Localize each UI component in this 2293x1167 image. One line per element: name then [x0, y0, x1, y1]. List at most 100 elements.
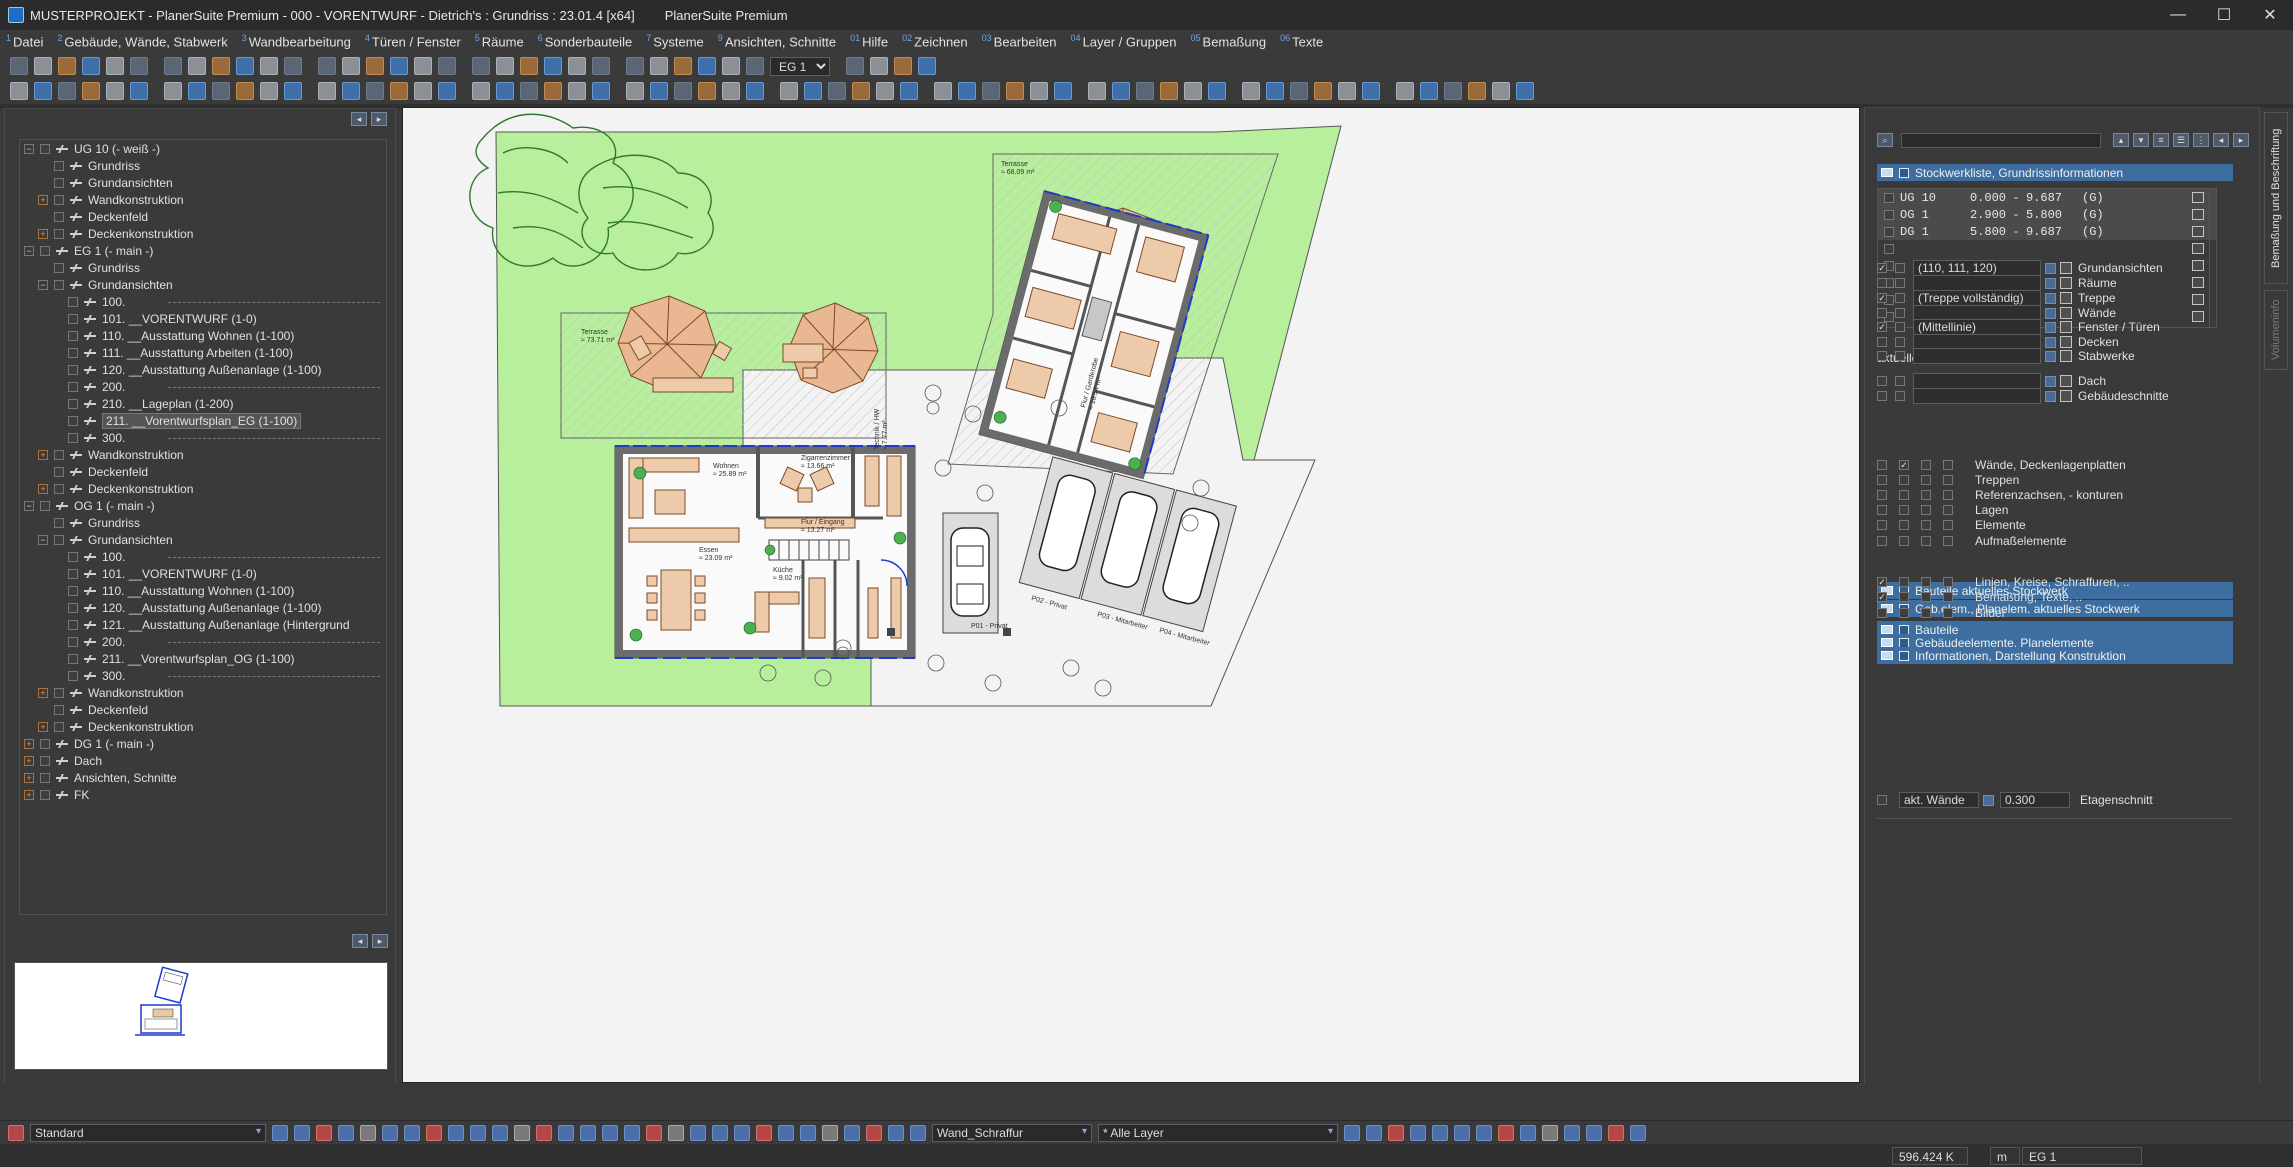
visibility-checkbox[interactable] [1899, 592, 1909, 602]
option-settings-icon[interactable] [2060, 262, 2072, 274]
tb1-tool-icon-15[interactable] [390, 57, 408, 75]
floor-row[interactable]: DG 1 5.800 - 9.687 (G) [1878, 223, 2216, 240]
tb2-tool-icon-30[interactable] [780, 82, 798, 100]
tb2-tool-icon-20[interactable] [520, 82, 538, 100]
layer-select[interactable]: * Alle Layer [1098, 1123, 1338, 1142]
floor-section-checkbox[interactable] [1877, 795, 1887, 805]
section-2[interactable]: Informationen, Darstellung Konstruktion [1877, 647, 2233, 664]
draw-tool-icon-35[interactable] [1454, 1124, 1470, 1141]
tree-node[interactable]: 211. __Vorentwurfsplan_OG (1-100) [20, 650, 386, 667]
tree-node-checkbox[interactable] [40, 789, 50, 800]
tree-view-icon[interactable]: ⋮ [2193, 133, 2209, 147]
tree-node-checkbox[interactable] [68, 568, 78, 579]
option-settings-icon[interactable] [2060, 375, 2072, 387]
other-floor-checkbox[interactable] [1895, 351, 1905, 361]
current-floor-checkbox[interactable]: ✓ [1877, 263, 1887, 273]
tb1-tool-icon-29[interactable] [746, 57, 764, 75]
tree-node-checkbox[interactable] [68, 551, 78, 562]
list-view-icon[interactable]: ≡ [2153, 133, 2169, 147]
visibility-checkbox[interactable] [1921, 608, 1931, 618]
tree-node-checkbox[interactable] [54, 160, 64, 171]
draw-tool-icon-14[interactable] [580, 1124, 596, 1141]
visibility-checkbox[interactable] [1921, 520, 1931, 530]
tree-node-checkbox[interactable] [68, 381, 78, 392]
option-settings-icon[interactable] [2060, 321, 2072, 333]
tree-node[interactable]: + Deckenkonstruktion [20, 718, 386, 735]
floor-select[interactable]: EG 1 [770, 56, 830, 76]
tb2-tool-icon-17[interactable] [438, 82, 456, 100]
display-option-value[interactable] [1913, 388, 2041, 404]
tree-node-checkbox[interactable] [68, 296, 78, 307]
other-floor-checkbox[interactable] [1895, 337, 1905, 347]
visibility-checkbox[interactable] [1943, 608, 1953, 618]
tree-node[interactable]: Grundriss [20, 259, 386, 276]
tb2-tool-icon-3[interactable] [82, 82, 100, 100]
tab-dimensioning-labeling[interactable]: Bemaßung und Beschriftung [2264, 112, 2288, 284]
tb2-tool-icon-54[interactable] [1396, 82, 1414, 100]
tab-volume-info[interactable]: Volumeninfo [2264, 290, 2288, 370]
current-floor-checkbox[interactable] [1877, 337, 1887, 347]
tree-node-checkbox[interactable] [54, 279, 64, 290]
tree-node-checkbox[interactable] [68, 398, 78, 409]
tree-node[interactable]: − OG 1 (- main -) [20, 497, 386, 514]
draw-tool-icon-36[interactable] [1476, 1124, 1492, 1141]
tb2-tool-icon-16[interactable] [414, 82, 432, 100]
tb1-tool-icon-22[interactable] [568, 57, 586, 75]
visibility-checkbox[interactable]: ✓ [1899, 460, 1909, 470]
visibility-checkbox[interactable] [1877, 490, 1887, 500]
tree-node-checkbox[interactable] [68, 364, 78, 375]
visibility-checkbox[interactable] [1877, 520, 1887, 530]
collapse-up-icon[interactable]: ▴ [2113, 133, 2129, 147]
draw-tool-icon-21[interactable] [734, 1124, 750, 1141]
draw-mode-icon[interactable] [8, 1124, 24, 1141]
drawing-canvas[interactable]: Wohnen ≈ 25.89 m² Zigarrenzimmer ≈ 13.66… [402, 107, 1860, 1083]
draw-tool-icon-25[interactable] [822, 1124, 838, 1141]
tree-node[interactable]: + FK [20, 786, 386, 803]
panel-dock-icon[interactable]: ▸ [2233, 133, 2249, 147]
tree-node[interactable]: 100. [20, 548, 386, 565]
floor-checkbox[interactable] [1884, 192, 1894, 203]
tree-node-checkbox[interactable] [68, 636, 78, 647]
draw-tool-icon-23[interactable] [778, 1124, 794, 1141]
tree-node-checkbox[interactable] [68, 313, 78, 324]
draw-tool-icon-10[interactable] [492, 1124, 508, 1141]
tree-node-checkbox[interactable] [40, 500, 50, 511]
menu-item-13[interactable]: 06 Texte [1280, 33, 1323, 49]
tree-node[interactable]: 200. [20, 378, 386, 395]
draw-tool-icon-2[interactable] [316, 1124, 332, 1141]
tree-node[interactable]: + Dach [20, 752, 386, 769]
tb2-tool-icon-0[interactable] [10, 82, 28, 100]
tb2-tool-icon-36[interactable] [934, 82, 952, 100]
tb2-tool-icon-58[interactable] [1492, 82, 1510, 100]
tree-node[interactable]: + Wandkonstruktion [20, 684, 386, 701]
tb1-tool-icon-1[interactable] [34, 57, 52, 75]
expand-toggle-icon[interactable]: + [24, 789, 34, 800]
tree-node[interactable]: Deckenfeld [20, 463, 386, 480]
other-floor-checkbox[interactable] [1895, 293, 1905, 303]
minimize-button[interactable]: — [2155, 0, 2201, 30]
tb1-tool-icon-19[interactable] [496, 57, 514, 75]
tb2-tool-icon-52[interactable] [1338, 82, 1356, 100]
draw-tool-icon-38[interactable] [1520, 1124, 1536, 1141]
draw-tool-icon-15[interactable] [602, 1124, 618, 1141]
visibility-checkbox[interactable] [1943, 577, 1953, 587]
option-settings-icon[interactable] [2060, 350, 2072, 362]
tb2-tool-icon-23[interactable] [592, 82, 610, 100]
tb2-tool-icon-37[interactable] [958, 82, 976, 100]
tb2-tool-icon-53[interactable] [1362, 82, 1380, 100]
floor-checkbox[interactable] [1884, 243, 1894, 254]
tree-node-checkbox[interactable] [54, 721, 64, 732]
tree-node[interactable]: Deckenfeld [20, 208, 386, 225]
tree-node[interactable]: 110. __Ausstattung Wohnen (1-100) [20, 582, 386, 599]
tb2-tool-icon-40[interactable] [1030, 82, 1048, 100]
tree-node-checkbox[interactable] [68, 415, 78, 426]
visibility-checkbox[interactable] [1943, 490, 1953, 500]
tb2-tool-icon-14[interactable] [366, 82, 384, 100]
visibility-checkbox[interactable]: ✓ [1877, 592, 1887, 602]
tree-node[interactable]: 101. __VORENTWURF (1-0) [20, 565, 386, 582]
option-picker-button[interactable] [2045, 277, 2056, 289]
visibility-checkbox[interactable] [1921, 460, 1931, 470]
tb1-tool-icon-24[interactable] [626, 57, 644, 75]
tree-node[interactable]: + Wandkonstruktion [20, 446, 386, 463]
navigator-preview[interactable] [14, 962, 388, 1070]
